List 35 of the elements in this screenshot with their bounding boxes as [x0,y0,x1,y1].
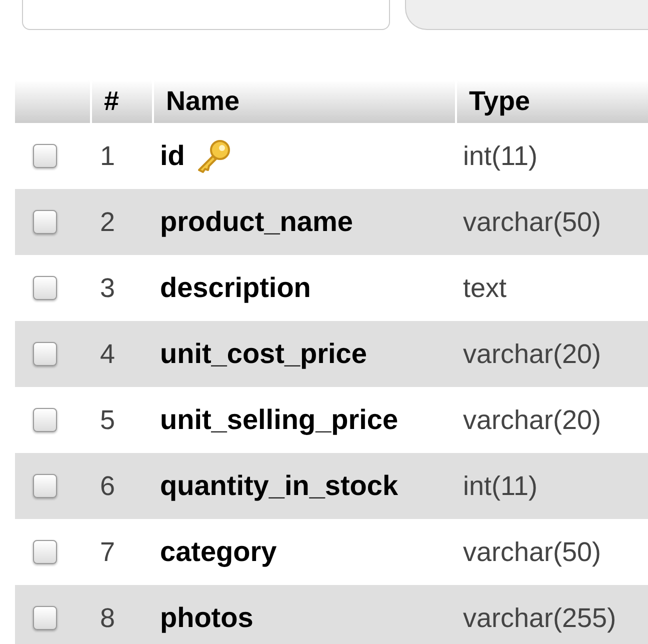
column-type: varchar(20) [463,404,602,435]
row-number: 1 [100,140,116,171]
checkbox[interactable] [33,606,57,630]
row-number: 5 [100,404,116,435]
column-type: varchar(50) [463,536,602,567]
column-name: product_name [160,205,353,239]
column-type: varchar(50) [463,206,602,237]
column-name: unit_selling_price [160,403,398,437]
checkbox[interactable] [33,144,57,168]
row-number: 4 [100,338,116,369]
column-header[interactable]: # [104,81,120,122]
column-header[interactable]: Name [166,81,240,122]
column-type: varchar(20) [463,338,602,369]
checkbox[interactable] [33,210,57,234]
checkbox[interactable] [33,276,57,300]
column-name: category [160,535,277,569]
column-name: id [160,139,185,173]
checkbox[interactable] [33,408,57,432]
column-name: quantity_in_stock [160,469,398,503]
row-number: 2 [100,206,116,237]
row-number: 3 [100,272,116,303]
column-name: unit_cost_price [160,337,367,371]
checkbox[interactable] [33,540,57,564]
row-number: 6 [100,470,116,501]
row-number: 8 [100,602,116,633]
checkbox[interactable] [33,474,57,498]
column-type: int(11) [463,140,538,171]
row-number: 7 [100,536,116,567]
column-type: varchar(255) [463,602,616,633]
checkbox[interactable] [33,342,57,366]
column-type: text [463,272,507,303]
column-type: int(11) [463,470,538,501]
column-header[interactable]: Type [469,81,530,122]
column-name: description [160,271,311,305]
column-name: photos [160,601,254,635]
